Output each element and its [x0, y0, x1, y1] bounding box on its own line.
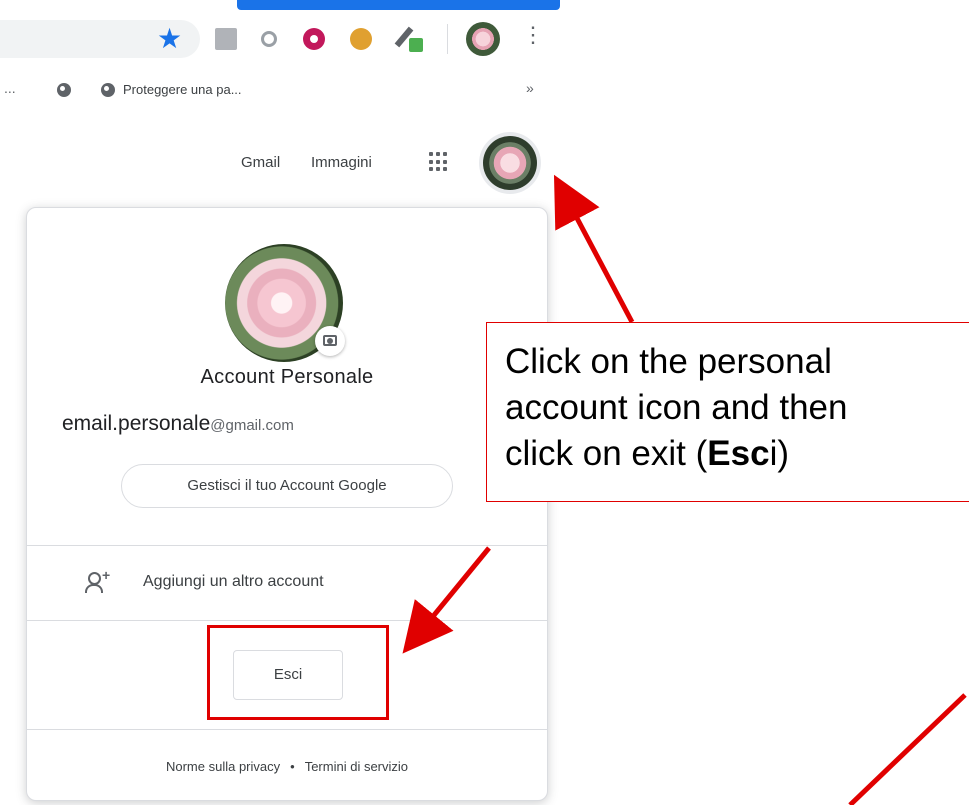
callout-line-3: click on exit (Esci): [505, 434, 789, 473]
menu-kebab-icon[interactable]: ⋮: [522, 24, 544, 46]
apps-grid-icon[interactable]: [429, 152, 449, 172]
active-tab-indicator: [237, 0, 560, 10]
google-header: Gmail Immagini: [0, 108, 560, 208]
add-person-icon: +: [85, 567, 111, 594]
arrow-to-avatar: [553, 174, 635, 324]
eyedropper-extension-icon[interactable]: [394, 24, 423, 54]
bookmarks-overflow-right[interactable]: »: [526, 80, 534, 96]
divider: [27, 620, 547, 621]
arrow-partial: [848, 693, 967, 805]
account-email: email.personale@gmail.com: [62, 412, 294, 436]
images-link[interactable]: Immagini: [311, 154, 372, 171]
toolbar-divider: [447, 24, 448, 54]
divider: [27, 729, 547, 730]
terms-link[interactable]: Termini di servizio: [305, 759, 408, 774]
sign-out-highlight: [207, 625, 389, 720]
star-icon[interactable]: ★: [157, 22, 182, 55]
browser-toolbar: ★ ⋮: [0, 0, 560, 78]
callout-line-1: Click on the personal: [505, 342, 832, 381]
manage-account-button[interactable]: Gestisci il tuo Account Google: [121, 464, 453, 508]
donut-extension-icon[interactable]: [303, 28, 325, 50]
account-avatar-button[interactable]: [483, 136, 537, 190]
pdf-extension-icon[interactable]: [215, 28, 237, 50]
cookie-extension-icon[interactable]: [350, 28, 372, 50]
globe-icon: [101, 83, 115, 97]
email-domain: @gmail.com: [210, 417, 294, 434]
add-account-row[interactable]: + Aggiungi un altro account: [27, 546, 547, 620]
instruction-callout: Click on the personal account icon and t…: [486, 322, 969, 502]
callout-line-2: account icon and then: [505, 388, 848, 427]
bookmark-item[interactable]: Proteggere una pa...: [123, 82, 242, 97]
globe-icon[interactable]: [57, 83, 71, 97]
bookmarks-overflow-left[interactable]: ...: [4, 80, 16, 96]
gmail-link[interactable]: Gmail: [241, 154, 280, 171]
ring-extension-icon[interactable]: [261, 31, 277, 47]
bookmarks-bar: ... Proteggere una pa... »: [0, 78, 560, 108]
privacy-link[interactable]: Norme sulla privacy: [166, 759, 280, 774]
camera-icon[interactable]: [315, 326, 345, 356]
email-username: email.personale: [62, 412, 211, 435]
account-name: Account Personale: [200, 366, 374, 388]
footer-separator: •: [290, 759, 295, 774]
profile-avatar[interactable]: [466, 22, 500, 56]
footer-links: Norme sulla privacy • Termini di servizio: [27, 759, 547, 774]
add-account-label: Aggiungi un altro account: [143, 573, 324, 590]
